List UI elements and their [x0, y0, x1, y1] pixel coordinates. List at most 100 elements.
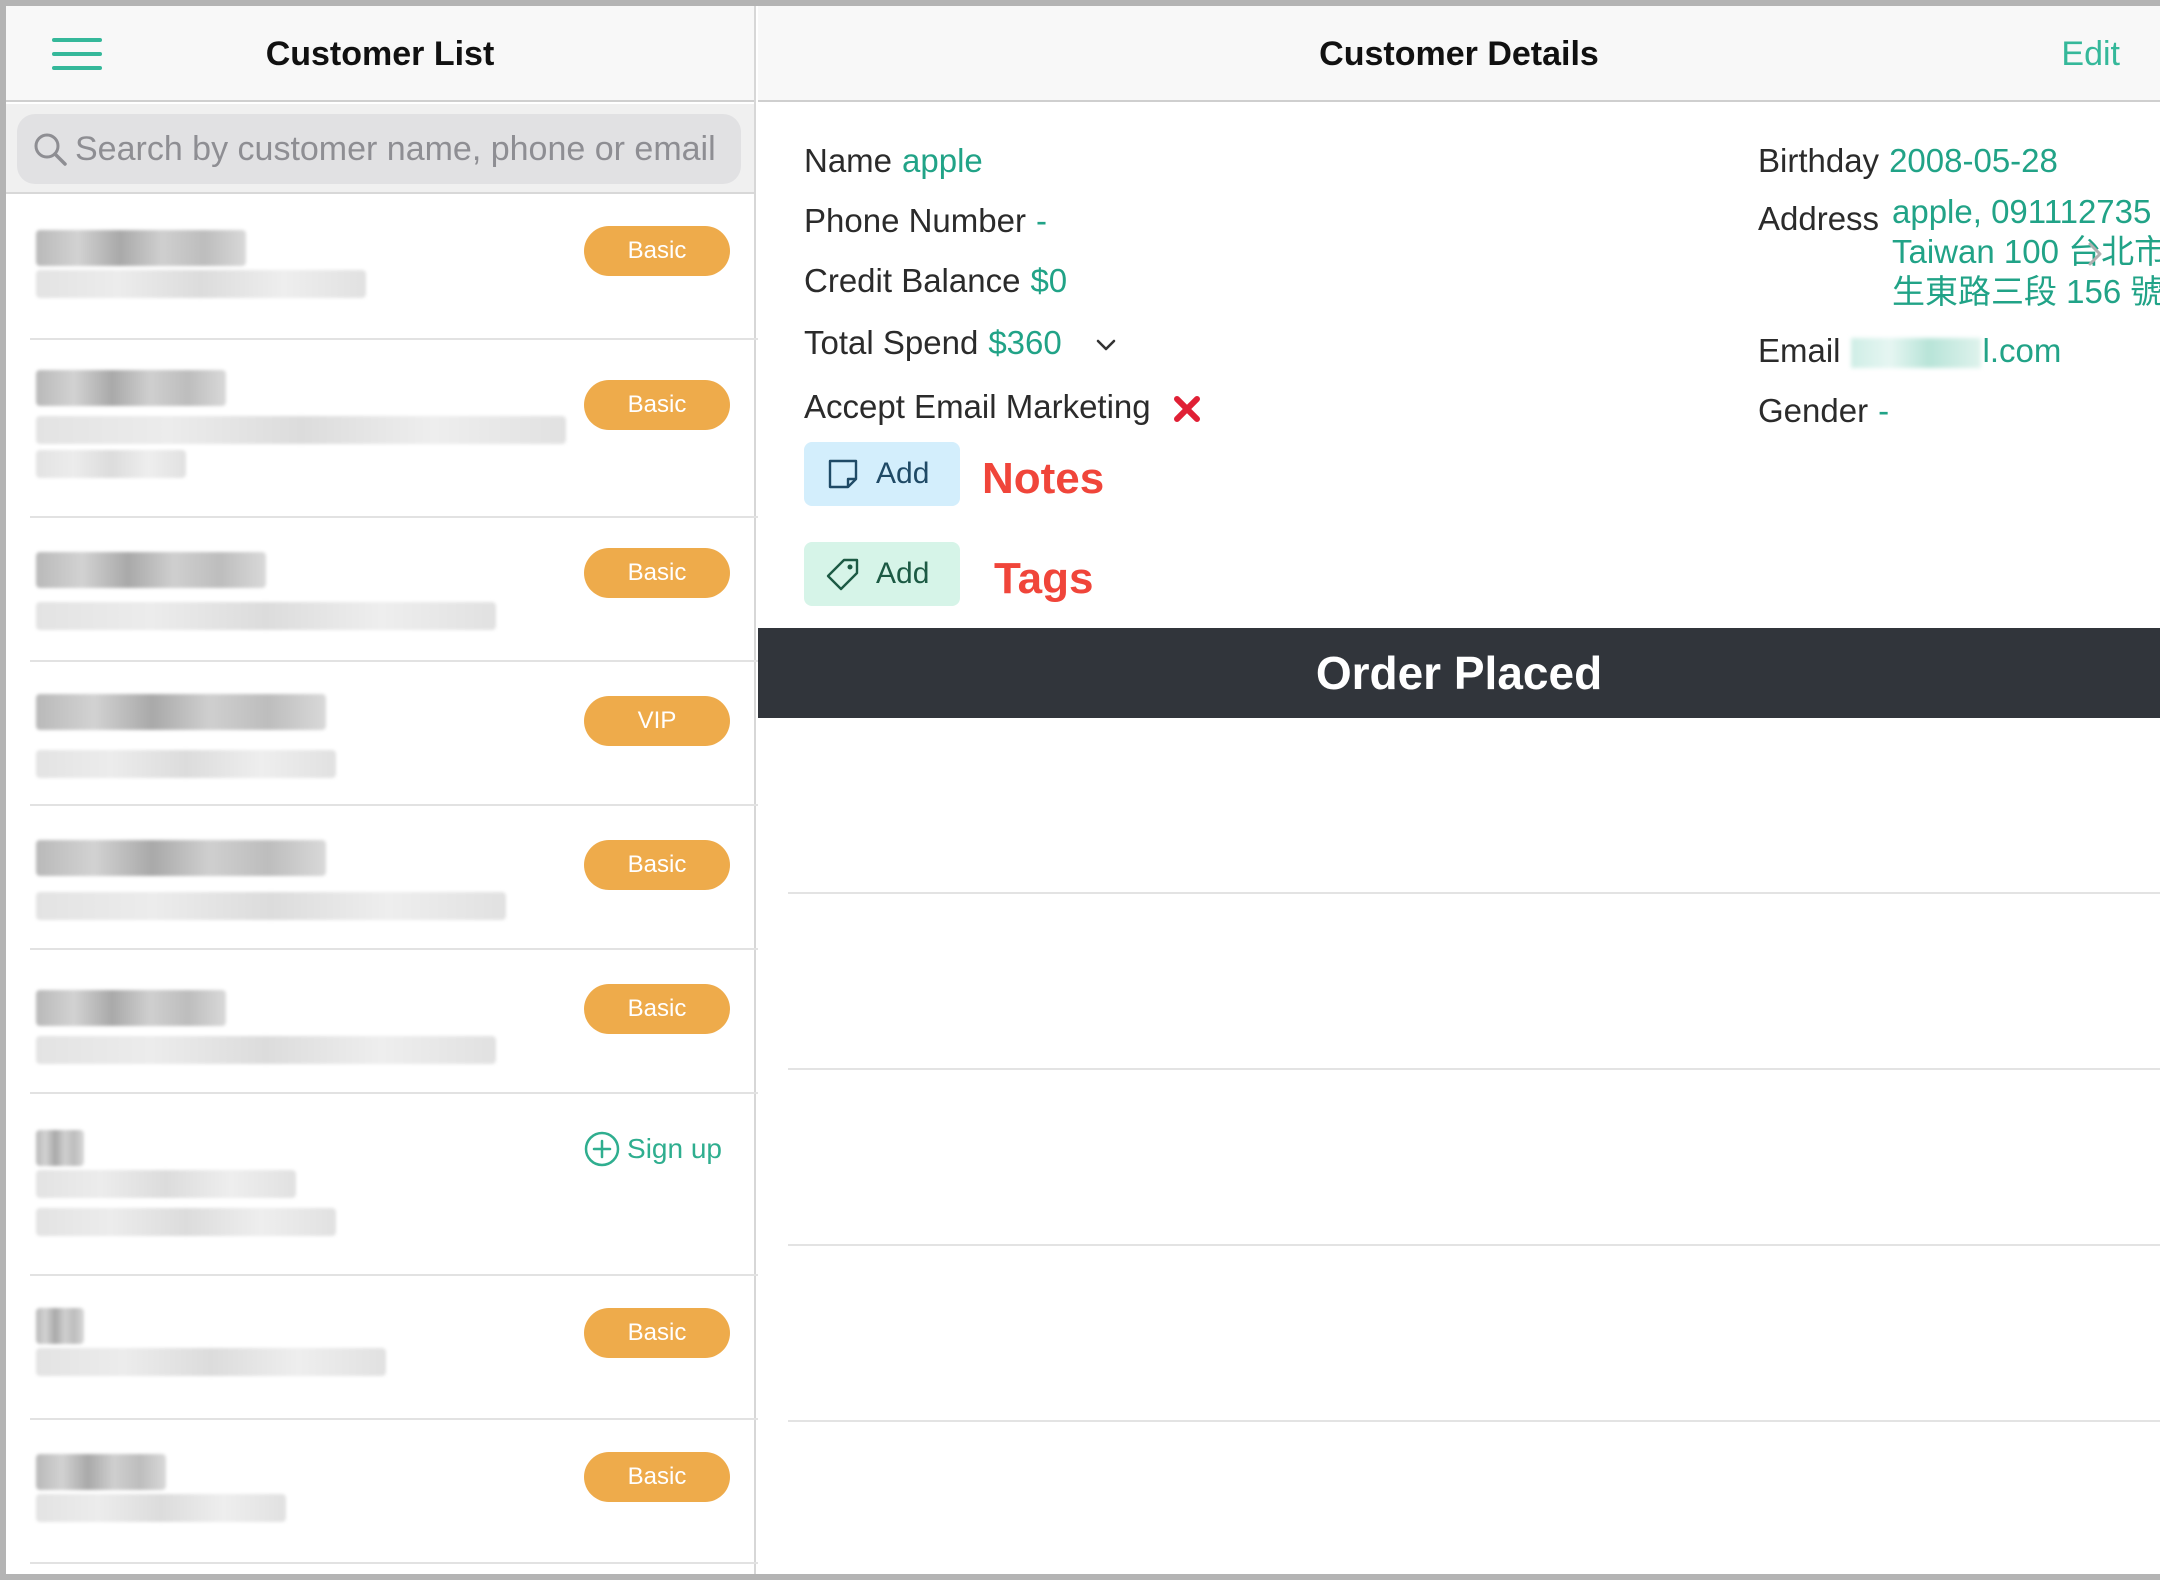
gender-field: Gender - [1758, 392, 1889, 430]
membership-badge: Basic [584, 984, 730, 1034]
customer-list-title: Customer List [265, 35, 495, 73]
customer-list-pane: Customer List Basic [6, 6, 778, 1574]
address-value: apple, 091112735 Taiwan 100 台北市 中正區 民 生東… [1892, 192, 2160, 312]
plus-circle-icon [584, 1131, 620, 1167]
name-value: apple [902, 142, 983, 179]
customer-list: Basic Basic Basic VIP Basic Basic Sign u… [6, 196, 778, 1564]
membership-badge: Basic [584, 548, 730, 598]
tags-annotation: Tags [994, 554, 1094, 603]
gender-label: Gender [1758, 392, 1869, 429]
tag-icon [826, 558, 859, 591]
membership-badge: VIP [584, 696, 730, 746]
search-icon [34, 133, 67, 166]
customer-list-navbar: Customer List [6, 6, 754, 102]
redacted-customer-email [36, 1170, 296, 1198]
customer-row[interactable]: Basic [30, 1276, 778, 1420]
redacted-customer-name [36, 552, 266, 588]
address-line-1: apple, 091112735 [1892, 193, 2152, 230]
notes-annotation: Notes [982, 454, 1105, 503]
customer-row[interactable]: Sign up [30, 1094, 778, 1276]
membership-badge: Basic [584, 226, 730, 276]
email-value: l.com [1850, 332, 2062, 370]
address-line-2: Taiwan 100 台北市 中正區 民 [1892, 233, 2160, 270]
total-spend-value: $360 [988, 324, 1062, 361]
redacted-customer-email [36, 892, 506, 920]
redacted-customer-email [36, 1036, 496, 1064]
chevron-down-icon[interactable] [1095, 338, 1117, 352]
redacted-customer-email [36, 416, 566, 444]
cross-mark-icon [1173, 396, 1200, 423]
order-row-divider [788, 1068, 2160, 1070]
redacted-customer-name [36, 1454, 166, 1490]
credit-balance-value: $0 [1030, 262, 1068, 299]
phone-label: Phone Number [804, 202, 1026, 239]
redacted-customer-name [36, 1308, 84, 1344]
customer-details-pane: Customer Details Edit Name apple Phone Nu… [758, 6, 2160, 1574]
address-label: Address [1758, 200, 1880, 237]
redacted-customer-email [36, 1348, 386, 1376]
app-window: Customer List Basic [6, 6, 2160, 1574]
birthday-field: Birthday 2008-05-28 [1758, 142, 2058, 180]
phone-value: - [1035, 202, 1047, 239]
email-label: Email [1758, 332, 1841, 369]
sign-up-button[interactable]: Sign up [583, 1130, 722, 1168]
customer-details-navbar: Customer Details Edit [758, 6, 2160, 102]
hamburger-menu-icon[interactable] [52, 36, 102, 72]
redacted-customer-name [36, 1130, 84, 1166]
redacted-customer-phone [36, 450, 186, 478]
total-spend-label: Total Spend [804, 324, 979, 361]
add-note-button[interactable]: Add [804, 442, 960, 506]
credit-balance-label: Credit Balance [804, 262, 1021, 299]
redacted-customer-name [36, 370, 226, 406]
customer-row[interactable]: Basic [30, 950, 778, 1094]
add-tag-button[interactable]: Add [804, 542, 960, 606]
search-input[interactable] [75, 114, 735, 184]
total-spend-field[interactable]: Total Spend $360 [804, 324, 1117, 362]
add-tag-label: Add [876, 557, 930, 590]
order-row-divider [788, 1420, 2160, 1422]
membership-badge: Basic [584, 380, 730, 430]
note-icon [828, 459, 858, 489]
redacted-customer-name [36, 230, 246, 266]
customer-row[interactable]: Basic [30, 518, 778, 662]
customer-details-title: Customer Details [1319, 35, 1599, 73]
redacted-customer-name [36, 990, 226, 1026]
birthday-value: 2008-05-28 [1889, 142, 2058, 179]
redacted-customer-email [36, 750, 336, 778]
accept-email-marketing-field: Accept Email Marketing [804, 388, 1202, 426]
order-placed-header: Order Placed [758, 628, 2160, 718]
add-note-label: Add [876, 457, 930, 490]
redacted-email [1850, 338, 1981, 369]
customer-row[interactable]: VIP [30, 662, 778, 806]
membership-badge: Basic [584, 1452, 730, 1502]
name-field: Name apple [804, 142, 983, 180]
credit-balance-field: Credit Balance $0 [804, 262, 1067, 300]
address-line-3: 生東路三段 156 號 [1892, 273, 2160, 310]
redacted-customer-phone [36, 1208, 336, 1236]
redacted-customer-email [36, 1494, 286, 1522]
name-label: Name [804, 142, 893, 179]
search-bar-container [6, 104, 754, 194]
redacted-customer-name [36, 840, 326, 876]
gender-value: - [1878, 392, 1890, 429]
redacted-customer-email [36, 270, 366, 298]
customer-row[interactable]: Basic [30, 806, 778, 950]
customer-row[interactable]: Basic [30, 340, 778, 518]
customer-row[interactable]: Basic [30, 196, 778, 340]
accept-email-marketing-label: Accept Email Marketing [804, 388, 1151, 425]
search-field[interactable] [17, 114, 741, 184]
order-row-divider [788, 1244, 2160, 1246]
order-row-divider [788, 892, 2160, 894]
membership-badge: Basic [584, 1308, 730, 1358]
redacted-customer-name [36, 694, 326, 730]
customer-row[interactable]: Basic [30, 1420, 778, 1564]
birthday-label: Birthday [1758, 142, 1880, 179]
chevron-right-icon[interactable] [2084, 236, 2106, 272]
email-field: Email l.com [1758, 332, 2061, 370]
sign-up-label: Sign up [627, 1133, 722, 1164]
phone-field: Phone Number - [804, 202, 1047, 240]
redacted-customer-email [36, 602, 496, 630]
edit-button[interactable]: Edit [2061, 6, 2120, 102]
membership-badge: Basic [584, 840, 730, 890]
email-visible-tail: l.com [1982, 332, 2062, 369]
